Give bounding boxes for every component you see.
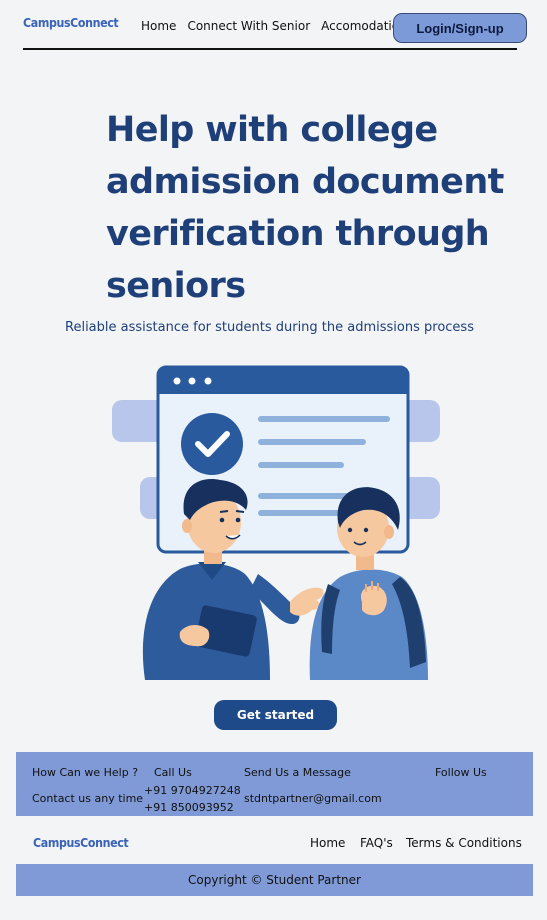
nav-link-home[interactable]: Home <box>141 19 176 33</box>
hero-title-line: verification through <box>106 214 490 254</box>
doc-line <box>258 462 344 468</box>
footer-copyright-band: Copyright © Student Partner <box>16 864 533 896</box>
site-logo[interactable]: CampusConnect <box>23 16 119 30</box>
get-started-button[interactable]: Get started <box>214 700 337 730</box>
window-dot <box>204 377 212 385</box>
top-navigation: CampusConnect Home Connect With Senior A… <box>16 0 533 50</box>
browser-titlebar <box>158 367 408 394</box>
follow-heading: Follow Us <box>435 766 487 779</box>
window-dot <box>173 377 181 385</box>
message-heading: Send Us a Message <box>244 766 351 779</box>
login-signup-button[interactable]: Login/Sign-up <box>393 13 527 43</box>
nav-links: Home Connect With Senior Accomodation <box>141 19 407 33</box>
footer-link-faqs[interactable]: FAQ's <box>360 836 393 850</box>
window-dot <box>188 377 196 385</box>
nav-link-connect-with-senior[interactable]: Connect With Senior <box>187 19 310 33</box>
hero-title-line: Help with college <box>106 110 438 150</box>
page: CampusConnect Home Connect With Senior A… <box>16 0 533 920</box>
doc-line <box>258 416 390 422</box>
doc-line <box>258 439 366 445</box>
call-heading: Call Us <box>154 766 192 779</box>
copyright-text: Copyright © Student Partner <box>188 873 361 887</box>
help-text: Contact us any time <box>32 792 144 805</box>
hero-title-line: seniors <box>106 266 246 306</box>
hero-title: Help with college admission document ver… <box>106 104 526 312</box>
footer-link-terms[interactable]: Terms & Conditions <box>406 836 522 850</box>
footer-logo[interactable]: CampusConnect <box>33 836 129 850</box>
footer-link-home[interactable]: Home <box>310 836 345 850</box>
hero-illustration <box>112 365 440 680</box>
hero-title-line: admission document <box>106 162 504 202</box>
hero-subtitle: Reliable assistance for students during … <box>65 320 474 335</box>
email-link[interactable]: stdntpartner@gmail.com <box>244 792 382 805</box>
phone-number[interactable]: +91 850093952 <box>144 801 234 814</box>
checkmark-icon <box>181 413 243 475</box>
phone-number[interactable]: +91 9704927248 <box>144 784 241 797</box>
nav-divider <box>23 48 517 50</box>
help-heading: How Can we Help ? <box>32 766 139 779</box>
footer-contact-band: How Can we Help ? Contact us any time Ca… <box>16 752 533 816</box>
